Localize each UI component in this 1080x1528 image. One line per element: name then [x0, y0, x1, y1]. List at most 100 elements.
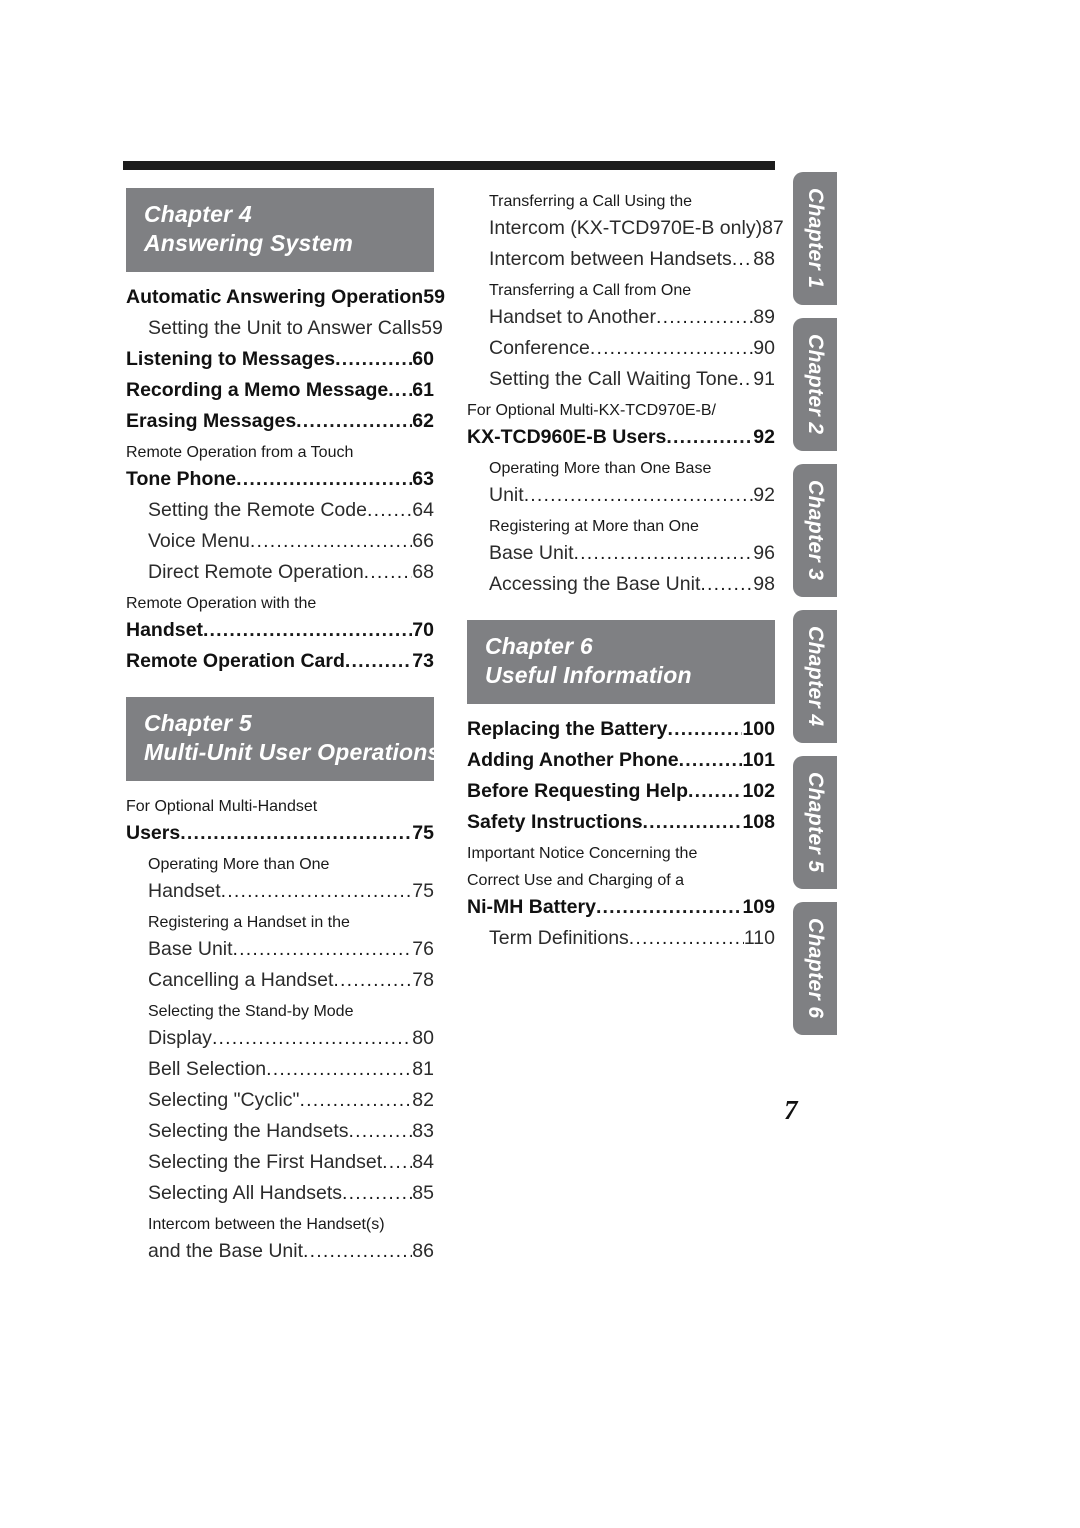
entry-leader-dots: ........................................… — [236, 468, 413, 490]
toc-setting-the-remote-code[interactable]: Setting the Remote Code.................… — [126, 497, 434, 524]
toc-registering-at-more-than-one-base-unit[interactable]: Registering at More than One Base Unit...… — [467, 513, 775, 567]
toc-adding-another-phone[interactable]: Adding Another Phone....................… — [467, 747, 775, 774]
toc-selecting-cyclic[interactable]: Selecting "Cyclic"......................… — [126, 1087, 434, 1114]
entry-title: Erasing Messages — [126, 410, 297, 432]
entry-title-line-1: Registering at More than One — [489, 518, 699, 535]
entry-title: Listening to Messages — [126, 348, 336, 370]
entry-row: Term Definitions........................… — [467, 925, 775, 952]
chapter-tab-3[interactable]: Chapter 3 — [793, 464, 837, 597]
chapter-tab-5[interactable]: Chapter 5 — [793, 756, 837, 889]
toc-automatic-answering-operation[interactable]: Automatic Answering Operation...........… — [126, 284, 445, 311]
entry-title: Handset to Another — [489, 306, 656, 328]
toc-remote-operation-from-a-touch-tone-phone[interactable]: Remote Operation from a Touch Tone Phone.… — [126, 439, 434, 493]
chapter-banner-line-1: Chapter 4 — [144, 201, 252, 227]
toc-for-optional-multi-kx-tcd970e-b-users[interactable]: For Optional Multi-KX-TCD970E-B/KX-TCD96… — [467, 397, 775, 451]
chapter-tab-6[interactable]: Chapter 6 — [793, 902, 837, 1035]
entry-leader-dots: ........................................… — [249, 530, 412, 552]
toc-erasing-messages[interactable]: Erasing Messages........................… — [126, 408, 434, 435]
entry-row: Setting the Remote Code.................… — [126, 497, 434, 524]
toc-intercom-between-the-handsets-and-the-base-unit[interactable]: Intercom between the Handset(s) and the B… — [126, 1211, 434, 1265]
entry-leader-dots: ........................................… — [303, 1240, 412, 1262]
chapter-tab-4[interactable]: Chapter 4 — [793, 610, 837, 743]
entry-leader-dots: ........................................… — [348, 1120, 413, 1142]
entry-leader-dots: ........................................… — [700, 573, 754, 595]
toc-remote-operation-card[interactable]: Remote Operation Card...................… — [126, 648, 434, 675]
toc-bell-selection[interactable]: Bell Selection..........................… — [126, 1056, 434, 1083]
toc-setting-the-unit-to-answer-calls[interactable]: Setting the Unit to Answer Calls........… — [126, 315, 443, 342]
entry-leader-dots: ........................................… — [232, 938, 413, 960]
entry-leader-dots: ........................................… — [299, 1089, 412, 1111]
entry-title-line-1: Selecting the Stand-by Mode — [148, 1003, 354, 1020]
entry-page-number: 75 — [412, 822, 434, 844]
toc-listening-to-messages[interactable]: Listening to Messages...................… — [126, 346, 434, 373]
entry-title-line-1: Important Notice Concerning the — [467, 845, 698, 862]
entry-leader-dots: ........................................… — [180, 822, 412, 844]
toc-for-optional-multi-handset-users[interactable]: For Optional Multi-Handset Users.........… — [126, 793, 434, 847]
entry-leader-dots: ........................................… — [678, 749, 743, 771]
chapter-tab-1[interactable]: Chapter 1 — [793, 172, 837, 305]
entry-page-number: 83 — [412, 1120, 434, 1142]
entry-page-number: 98 — [753, 573, 775, 595]
entry-page-number: 88 — [753, 248, 775, 270]
toc-cancelling-a-handset[interactable]: Cancelling a Handset....................… — [126, 967, 434, 994]
entry-page-number: 60 — [412, 348, 434, 370]
toc-transferring-a-call-from-one-handset-to-another[interactable]: Transferring a Call from One Handset to A… — [467, 277, 775, 331]
toc-transferring-a-call-using-the-intercom[interactable]: Transferring a Call Using the Intercom (K… — [467, 188, 784, 242]
entry-title-line-1: Remote Operation with the — [126, 595, 317, 612]
entry-row: Listening to Messages...................… — [126, 346, 434, 373]
entry-title: Safety Instructions — [467, 811, 643, 833]
toc-before-requesting-help[interactable]: Before Requesting Help .................… — [467, 778, 775, 805]
entry-page-number: 63 — [412, 468, 434, 490]
chapter-banner-line-2: Answering System — [144, 230, 353, 256]
toc-selecting-the-first-handset[interactable]: Selecting the First Handset.............… — [126, 1149, 434, 1176]
entry-row: Remote Operation Card...................… — [126, 648, 434, 675]
entry-row: Base Unit...............................… — [467, 540, 775, 567]
entry-page-number: 70 — [412, 619, 434, 641]
toc-replacing-the-battery[interactable]: Replacing the Battery...................… — [467, 716, 775, 743]
entry-row: Setting the Unit to Answer Calls........… — [126, 315, 443, 342]
entry-row: Handset to Another......................… — [467, 304, 775, 331]
entry-title: Recording a Memo Message — [126, 379, 389, 401]
toc-voice-menu[interactable]: Voice Menu..............................… — [126, 528, 434, 555]
toc-selecting-all-handsets[interactable]: Selecting All Handsets..................… — [126, 1180, 434, 1207]
toc-accessing-the-base-unit[interactable]: Accessing the Base Unit.................… — [467, 571, 775, 598]
entry-title-line-2: Correct Use and Charging of a — [467, 872, 684, 889]
toc-term-definitions[interactable]: Term Definitions........................… — [467, 925, 775, 952]
toc-important-notice-ni-mh-battery[interactable]: Important Notice Concerning the Correct U… — [467, 840, 775, 921]
entry-page-number: 86 — [412, 1240, 434, 1262]
entry-row: Unit....................................… — [467, 482, 775, 509]
entry-leader-dots: ........................................… — [573, 542, 754, 564]
entry-title-line-1: Operating More than One Base — [489, 460, 712, 477]
entry-page-number: 100 — [742, 718, 775, 740]
entry-page-number: 84 — [412, 1151, 434, 1173]
entry-title: Ni-MH Battery — [467, 896, 596, 918]
entry-page-number: 108 — [742, 811, 775, 833]
entry-title: Users — [126, 822, 181, 844]
entry-title: Base Unit — [489, 542, 574, 564]
toc-registering-a-handset-in-the-base-unit[interactable]: Registering a Handset in the Base Unit...… — [126, 909, 434, 963]
toc-recording-a-memo-message[interactable]: Recording a Memo Message................… — [126, 377, 434, 404]
toc-remote-operation-with-the-handset[interactable]: Remote Operation with the Handset........… — [126, 590, 434, 644]
entry-row: Erasing Messages........................… — [126, 408, 434, 435]
toc-intercom-between-handsets[interactable]: Intercom between Handsets...............… — [467, 246, 775, 273]
toc-setting-the-call-waiting-tone[interactable]: Setting the Call Waiting Tone...........… — [467, 366, 775, 393]
toc-direct-remote-operation[interactable]: Direct Remote Operation.................… — [126, 559, 434, 586]
toc-selecting-the-handsets[interactable]: Selecting the Handsets..................… — [126, 1118, 434, 1145]
chapter-tab-label: Chapter 6 — [804, 918, 827, 1019]
entry-page-number: 78 — [412, 969, 434, 991]
toc-safety-instructions[interactable]: Safety Instructions ....................… — [467, 809, 775, 836]
page-number: 7 — [784, 1095, 798, 1125]
toc-operating-more-than-one-base-unit[interactable]: Operating More than One Base Unit........… — [467, 455, 775, 509]
toc-selecting-the-stand-by-mode-display[interactable]: Selecting the Stand-by Mode Display......… — [126, 998, 434, 1052]
chapter-banner-line-2: Multi-Unit User Operations — [144, 739, 441, 765]
entry-page-number: 59 — [423, 286, 445, 308]
entry-page-number: 59 — [421, 317, 443, 339]
chapter-tab-label: Chapter 2 — [804, 334, 827, 435]
toc-conference[interactable]: Conference .............................… — [467, 335, 775, 362]
toc-operating-more-than-one-handset[interactable]: Operating More than One Handset..........… — [126, 851, 434, 905]
entry-row: Bell Selection..........................… — [126, 1056, 434, 1083]
entry-leader-dots: ........................................… — [667, 718, 742, 740]
entry-leader-dots: ........................................… — [344, 650, 412, 672]
chapter-tab-2[interactable]: Chapter 2 — [793, 318, 837, 451]
entry-title: Handset — [148, 880, 221, 902]
